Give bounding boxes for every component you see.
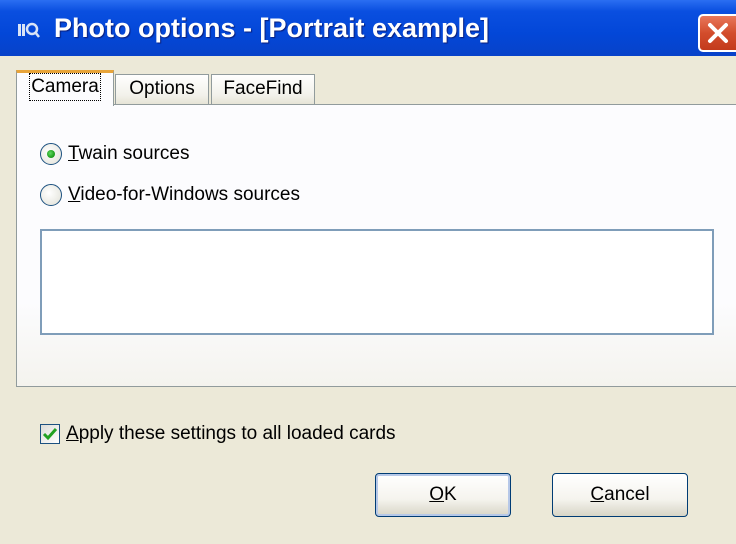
radio-vfw-label: Video-for-Windows sources (68, 184, 300, 205)
close-button[interactable] (698, 14, 736, 52)
tab-camera-label: Camera (29, 73, 101, 101)
sources-list[interactable] (40, 229, 714, 335)
radio-vfw-sources[interactable]: Video-for-Windows sources (40, 181, 300, 209)
apply-all-label: Apply these settings to all loaded cards (66, 423, 396, 444)
ok-label-rest: K (444, 484, 457, 505)
tab-options[interactable]: Options (115, 74, 209, 104)
tab-options-label: Options (129, 78, 195, 99)
close-icon (708, 23, 728, 43)
apply-all-cards-checkbox[interactable]: Apply these settings to all loaded cards (40, 420, 396, 448)
window-title: Photo options - [Portrait example] (54, 13, 490, 43)
cancel-mnemonic: C (590, 484, 605, 505)
ok-button[interactable]: OK (375, 473, 511, 517)
cancel-label-rest: ancel (604, 484, 650, 505)
radio-button-checked[interactable] (40, 143, 62, 165)
tab-facefind-label: FaceFind (223, 78, 303, 99)
checkmark-icon (42, 428, 58, 441)
tab-camera[interactable]: Camera (16, 70, 114, 106)
tab-facefind[interactable]: FaceFind (211, 74, 315, 104)
cancel-button[interactable]: Cancel (552, 473, 688, 517)
radio-twain-label: Twain sources (68, 143, 190, 164)
radio-button-unchecked[interactable] (40, 184, 62, 206)
app-icon (18, 22, 40, 38)
title-bar[interactable]: Photo options - [Portrait example] (0, 0, 736, 56)
checkbox[interactable] (40, 424, 60, 444)
radio-twain-sources[interactable]: Twain sources (40, 140, 189, 168)
ok-mnemonic: O (429, 484, 445, 505)
